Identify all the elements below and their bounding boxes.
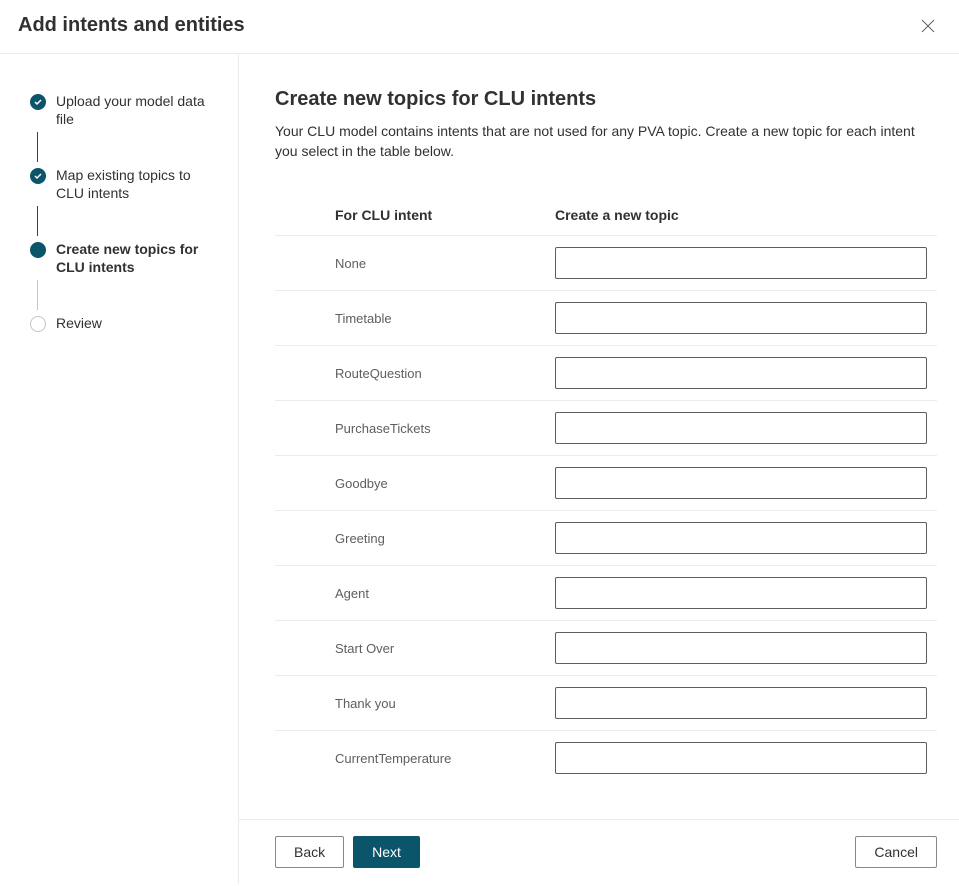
step-connector [37, 206, 38, 236]
back-button[interactable]: Back [275, 836, 344, 868]
intents-table: For CLU intent Create a new topic None T… [275, 197, 937, 785]
topic-input[interactable] [555, 357, 927, 389]
step-label: Create new topics for CLU intents [56, 240, 220, 276]
topic-input[interactable] [555, 632, 927, 664]
table-row: RouteQuestion [275, 345, 937, 400]
topic-input[interactable] [555, 742, 927, 774]
table-row: PurchaseTickets [275, 400, 937, 455]
wizard-steps-sidebar: Upload your model data file Map existing… [0, 54, 239, 884]
intent-name: None [275, 256, 555, 271]
step-create-topics[interactable]: Create new topics for CLU intents [30, 240, 220, 276]
table-row: CurrentTemperature [275, 730, 937, 785]
table-header: For CLU intent Create a new topic [275, 197, 937, 235]
dialog-title: Add intents and entities [18, 14, 245, 37]
check-circle-icon [30, 168, 46, 184]
intent-name: Goodbye [275, 476, 555, 491]
main-panel: Create new topics for CLU intents Your C… [239, 54, 959, 884]
step-connector [37, 280, 38, 310]
table-row: None [275, 235, 937, 290]
intent-name: Thank you [275, 696, 555, 711]
intent-name: RouteQuestion [275, 366, 555, 381]
next-button[interactable]: Next [353, 836, 420, 868]
content-area: Create new topics for CLU intents Your C… [239, 54, 959, 819]
step-review[interactable]: Review [30, 314, 220, 332]
topic-input[interactable] [555, 412, 927, 444]
step-map-topics[interactable]: Map existing topics to CLU intents [30, 166, 220, 202]
dialog-footer: Back Next Cancel [239, 819, 959, 884]
table-row: Thank you [275, 675, 937, 730]
table-row: Timetable [275, 290, 937, 345]
table-row: Greeting [275, 510, 937, 565]
intent-name: Greeting [275, 531, 555, 546]
table-row: Agent [275, 565, 937, 620]
step-label: Upload your model data file [56, 92, 220, 128]
topic-input[interactable] [555, 522, 927, 554]
intent-name: Start Over [275, 641, 555, 656]
step-upload-model[interactable]: Upload your model data file [30, 92, 220, 128]
step-label: Map existing topics to CLU intents [56, 166, 220, 202]
close-icon [921, 19, 935, 33]
page-heading: Create new topics for CLU intents [275, 88, 937, 111]
check-circle-icon [30, 94, 46, 110]
dialog-body: Upload your model data file Map existing… [0, 54, 959, 884]
intent-name: CurrentTemperature [275, 751, 555, 766]
table-row: Start Over [275, 620, 937, 675]
topic-input[interactable] [555, 467, 927, 499]
step-label: Review [56, 314, 102, 332]
current-step-icon [30, 242, 46, 258]
intent-name: PurchaseTickets [275, 421, 555, 436]
step-connector [37, 132, 38, 162]
topic-input[interactable] [555, 687, 927, 719]
cancel-button[interactable]: Cancel [855, 836, 937, 868]
pending-step-icon [30, 316, 46, 332]
topic-input[interactable] [555, 577, 927, 609]
intent-name: Agent [275, 586, 555, 601]
footer-primary-actions: Back Next [275, 836, 420, 868]
close-button[interactable] [917, 15, 939, 37]
column-header-intent: For CLU intent [275, 207, 555, 223]
page-description: Your CLU model contains intents that are… [275, 121, 937, 161]
dialog-header: Add intents and entities [0, 0, 959, 54]
column-header-topic: Create a new topic [555, 207, 937, 223]
table-row: Goodbye [275, 455, 937, 510]
topic-input[interactable] [555, 247, 927, 279]
intent-name: Timetable [275, 311, 555, 326]
topic-input[interactable] [555, 302, 927, 334]
